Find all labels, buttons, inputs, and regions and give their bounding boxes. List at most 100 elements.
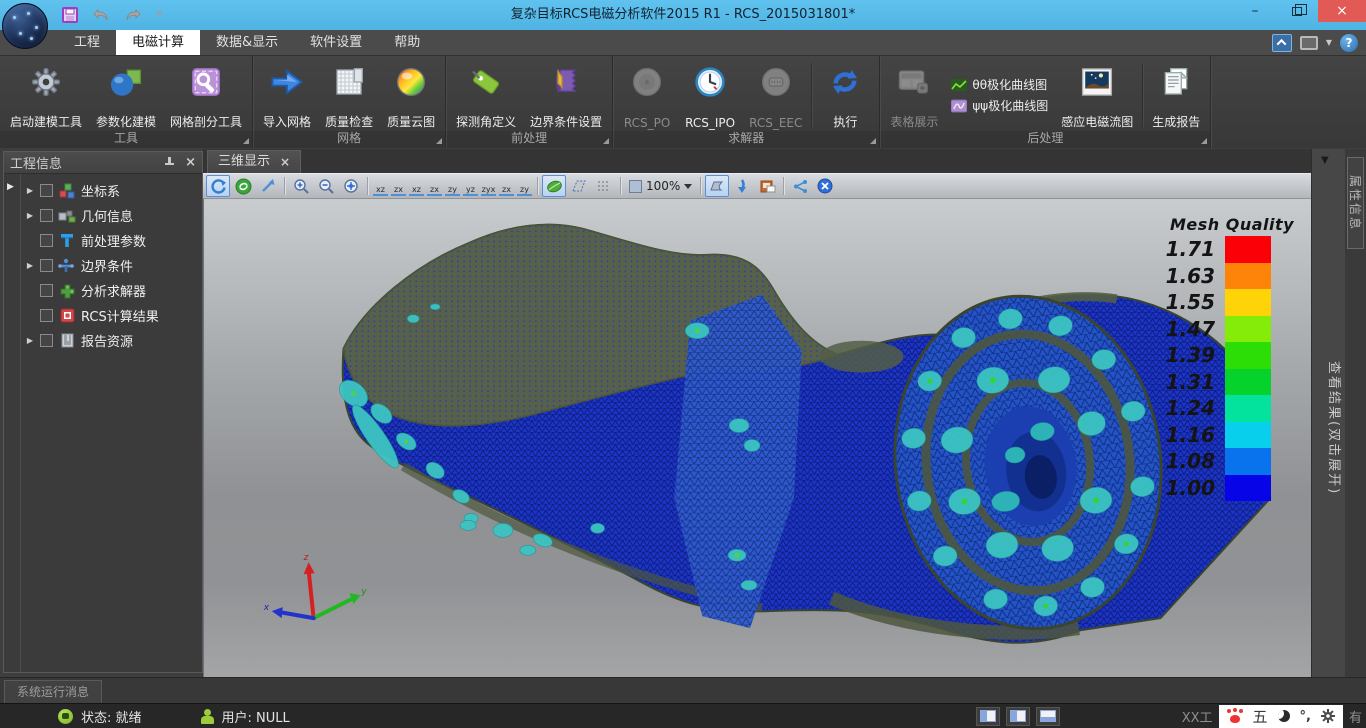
tab-view-results[interactable]: 查看结果(双击展开)	[1312, 361, 1345, 495]
checkbox[interactable]	[40, 234, 53, 247]
capture-button[interactable]	[755, 175, 779, 197]
view-iso1-button[interactable]: zyx	[481, 176, 496, 196]
tab-data-display[interactable]: 数据&显示	[200, 30, 294, 55]
tree-item-rcs-results[interactable]: RCS计算结果	[21, 303, 202, 328]
legend-swatch	[1225, 369, 1271, 396]
checkbox[interactable]	[40, 209, 53, 222]
checkbox[interactable]	[40, 284, 53, 297]
layout-bottom-button[interactable]	[1036, 707, 1060, 726]
ime-wubi[interactable]: 五	[1253, 706, 1268, 727]
screen-style-icon[interactable]	[1300, 36, 1318, 50]
group-expander-icon[interactable]	[870, 138, 876, 144]
quality-check-button[interactable]: 质量检查	[318, 59, 380, 131]
group-expander-icon[interactable]	[1201, 138, 1207, 144]
layout-split-button[interactable]	[1006, 707, 1030, 726]
tab-system-messages[interactable]: 系统运行消息	[4, 680, 102, 704]
help-icon[interactable]: ?	[1340, 34, 1358, 52]
execute-button[interactable]: 执行	[814, 59, 876, 131]
rcs-eec-button[interactable]: RCS_EEC	[742, 59, 809, 131]
theta-polarization-button[interactable]: θθ极化曲线图	[951, 76, 1048, 93]
tab-property-info[interactable]: 属性信息	[1347, 157, 1364, 249]
wireframe-mode-button[interactable]	[567, 175, 591, 197]
app-logo-icon[interactable]	[2, 3, 48, 49]
style-dropdown-icon[interactable]: ▼	[1326, 38, 1332, 47]
view-zx2-button[interactable]: zx	[427, 176, 442, 196]
detect-angle-button[interactable]: 探测角定义	[449, 59, 523, 131]
tab-help[interactable]: 帮助	[378, 30, 436, 55]
close-view-button[interactable]	[813, 175, 837, 197]
tree-item-boundary-conditions[interactable]: ▶ 边界条件	[21, 253, 202, 278]
view-zx-button[interactable]: zx	[391, 176, 406, 196]
drop-view-button[interactable]	[730, 175, 754, 197]
parametric-modeling-button[interactable]: 参数化建模	[89, 59, 163, 131]
checkbox[interactable]	[40, 259, 53, 272]
layout-left-button[interactable]	[976, 707, 1000, 726]
view-xz2-button[interactable]: xz	[409, 176, 424, 196]
tree-item-preprocess-params[interactable]: 前处理参数	[21, 228, 202, 253]
zoom-swatch-icon	[629, 180, 642, 193]
rcs-ipo-button[interactable]: RCS_IPO	[678, 59, 742, 131]
panel-close-icon[interactable]: ×	[185, 155, 196, 170]
zoom-fit-button[interactable]	[339, 175, 363, 197]
zoom-in-button[interactable]	[289, 175, 313, 197]
ribbon: 启动建模工具 参数化建模 网格剖分工具 工具	[0, 56, 1366, 148]
share-button[interactable]	[788, 175, 812, 197]
group-expander-icon[interactable]	[603, 138, 609, 144]
table-display-button[interactable]: 表格展示	[883, 59, 945, 131]
restore-button[interactable]	[1276, 0, 1318, 22]
window-title: 复杂目标RCS电磁分析软件2015 R1 - RCS_2015031801*	[0, 0, 1366, 30]
checkbox[interactable]	[40, 334, 53, 347]
group-expander-icon[interactable]	[243, 138, 249, 144]
collapse-ribbon-button[interactable]	[1272, 34, 1292, 52]
zoom-out-button[interactable]	[314, 175, 338, 197]
induced-current-map-button[interactable]: 感应电磁流图	[1054, 59, 1140, 131]
rotate-icon	[210, 178, 227, 195]
clip-plane-button[interactable]	[705, 175, 729, 197]
points-mode-button[interactable]	[592, 175, 616, 197]
group-expander-icon[interactable]	[436, 138, 442, 144]
view-iso3-button[interactable]: zy	[517, 176, 532, 196]
checkbox[interactable]	[40, 184, 53, 197]
gutter-expand-icon[interactable]: ▶	[7, 182, 20, 192]
import-arrow-icon	[270, 62, 304, 102]
purple-book-icon	[550, 62, 582, 102]
launch-modeling-button[interactable]: 启动建模工具	[3, 59, 89, 131]
generate-report-button[interactable]: 生成报告	[1145, 59, 1207, 131]
view-xz-button[interactable]: xz	[373, 176, 388, 196]
viewport-3d[interactable]: z y x Mesh Quality 1.71 1.63 1.55 1.47 1…	[203, 199, 1311, 677]
view-zy-button[interactable]: zy	[445, 176, 460, 196]
close-button[interactable]: ×	[1318, 0, 1366, 22]
minimize-button[interactable]: –	[1234, 0, 1276, 22]
ime-paw-icon[interactable]	[1227, 709, 1243, 724]
quality-cloud-button[interactable]: 质量云图	[380, 59, 442, 131]
pin-icon[interactable]	[164, 157, 175, 168]
psi-polarization-button[interactable]: ψψ极化曲线图	[951, 97, 1048, 114]
tab-project[interactable]: 工程	[58, 30, 116, 55]
orbit-tool-button[interactable]	[231, 175, 255, 197]
tab-3d-display[interactable]: 三维显示 ×	[207, 150, 301, 173]
tree-item-geometry-info[interactable]: ▶ 几何信息	[21, 203, 202, 228]
tab-software-settings[interactable]: 软件设置	[294, 30, 378, 55]
tree-item-report-resources[interactable]: ▶ 报告资源	[21, 328, 202, 353]
tree-item-coordinate-system[interactable]: ▶ 坐标系	[21, 178, 202, 203]
tree-item-solver[interactable]: 分析求解器	[21, 278, 202, 303]
shaded-mode-button[interactable]	[542, 175, 566, 197]
boundary-settings-button[interactable]: 边界条件设置	[523, 59, 609, 131]
mesh-tool-button[interactable]: 网格剖分工具	[163, 59, 249, 131]
rcs-po-button[interactable]: RCS_PO	[616, 59, 678, 131]
tab-close-icon[interactable]: ×	[280, 151, 290, 173]
tree-gutter: ▶	[4, 174, 21, 672]
ime-moon-icon[interactable]	[1278, 710, 1290, 722]
view-yz-button[interactable]: yz	[463, 176, 478, 196]
zoom-level-widget[interactable]: 100%	[625, 179, 696, 193]
strip-dropdown-icon[interactable]: ▼	[1321, 155, 1329, 166]
tab-em-calculation[interactable]: 电磁计算	[116, 30, 200, 55]
ime-punctuation[interactable]: °,	[1300, 709, 1311, 724]
pan-tool-button[interactable]	[256, 175, 280, 197]
checkbox[interactable]	[40, 309, 53, 322]
zoom-dropdown-icon[interactable]	[684, 184, 692, 189]
import-mesh-button[interactable]: 导入网格	[256, 59, 318, 131]
rotate-tool-button[interactable]	[206, 175, 230, 197]
view-iso2-button[interactable]: zx	[499, 176, 514, 196]
ime-gear-icon[interactable]	[1321, 709, 1335, 723]
